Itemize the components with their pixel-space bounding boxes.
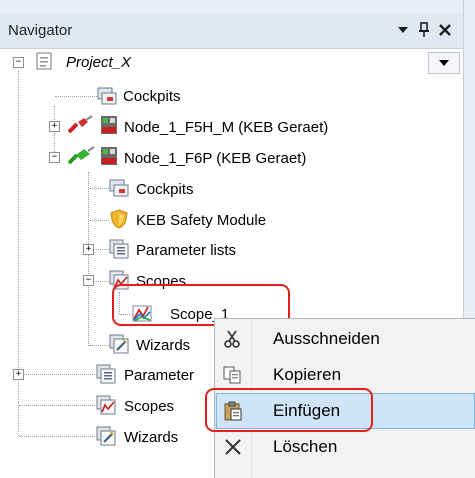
cockpits-icon [109,179,129,197]
expand-expander[interactable]: + [83,244,94,255]
keb-device-icon [101,116,117,134]
pin-icon[interactable] [413,18,435,42]
tree-line [55,96,97,97]
tree-line [93,249,109,250]
parameter-list-icon [109,239,129,259]
collapse-expander[interactable]: − [83,275,94,286]
tree-item-parameter[interactable]: Parameter [124,361,194,389]
tree-item-label: Wizards [124,428,179,446]
menu-item-delete[interactable]: Löschen [215,429,475,465]
tree-item-label: KEB Safety Module [136,211,267,229]
shield-icon [110,209,128,229]
close-icon[interactable] [434,18,456,42]
tree-item-wizards[interactable]: Wizards [124,423,178,451]
collapse-expander[interactable]: − [13,57,24,68]
tree-line [88,172,89,346]
tree-line [93,281,109,282]
copy-icon [223,366,241,384]
tree-item-node-f6p[interactable]: Node_1_F6P (KEB Geraet) [124,144,306,172]
keb-device-icon [101,147,117,165]
collapse-expander[interactable]: − [49,152,60,163]
delete-icon [225,439,241,455]
tree-item-project[interactable]: Project_X [66,48,131,76]
menu-item-label: Kopieren [273,365,342,384]
menu-dropdown-icon[interactable] [392,18,414,42]
menu-item-cut[interactable]: Ausschneiden [215,321,475,357]
connected-plug-icon [67,146,95,165]
tree-item-parameter-lists[interactable]: Parameter lists [136,236,236,264]
cockpits-icon [97,87,117,105]
tree-item-label: Node_1_F6P (KEB Geraet) [124,149,307,167]
tree-line [89,188,109,189]
view-dropdown-button[interactable] [428,52,460,74]
paste-highlight-annotation [205,388,373,432]
tree-item-label: Node_1_F5H_M (KEB Geraet) [124,118,329,136]
tree-item-wizards[interactable]: Wizards [136,331,190,359]
tree-item-label: Scopes [124,397,175,415]
top-band [0,0,463,14]
tree-item-scopes[interactable]: Scopes [124,392,174,420]
wizards-icon [96,426,116,446]
tree-line [23,374,95,375]
tree-item-safety-module[interactable]: KEB Safety Module [136,206,266,234]
tree-item-cockpits[interactable]: Cockpits [136,175,194,203]
tree-item-node-f5h[interactable]: Node_1_F5H_M (KEB Geraet) [124,113,328,141]
wizards-icon [109,334,129,354]
tree-line [89,345,109,346]
tree-item-cockpits[interactable]: Cockpits [123,82,181,110]
tree-item-label: Parameter [124,366,195,384]
navigator-titlebar: Navigator [0,14,463,49]
tree-line [19,405,95,406]
disconnected-plug-icon [67,115,93,134]
tree-item-label: Wizards [136,336,191,354]
menu-item-label: Ausschneiden [273,329,380,348]
tree-line [18,70,19,436]
navigator-title: Navigator [8,22,73,39]
parameter-list-icon [96,364,116,384]
tree-item-label: Parameter lists [136,241,237,259]
menu-item-label: Löschen [273,437,338,456]
tree-item-label: Cockpits [136,180,194,198]
project-icon [36,52,52,70]
scissors-icon [224,330,240,348]
tree-item-label: Project_X [66,53,132,71]
tree-line [89,220,109,221]
scopes-icon [96,395,116,415]
expand-expander[interactable]: + [13,369,24,380]
tree-item-label: Cockpits [123,87,181,105]
tree-line [19,436,95,437]
expand-expander[interactable]: + [49,121,60,132]
